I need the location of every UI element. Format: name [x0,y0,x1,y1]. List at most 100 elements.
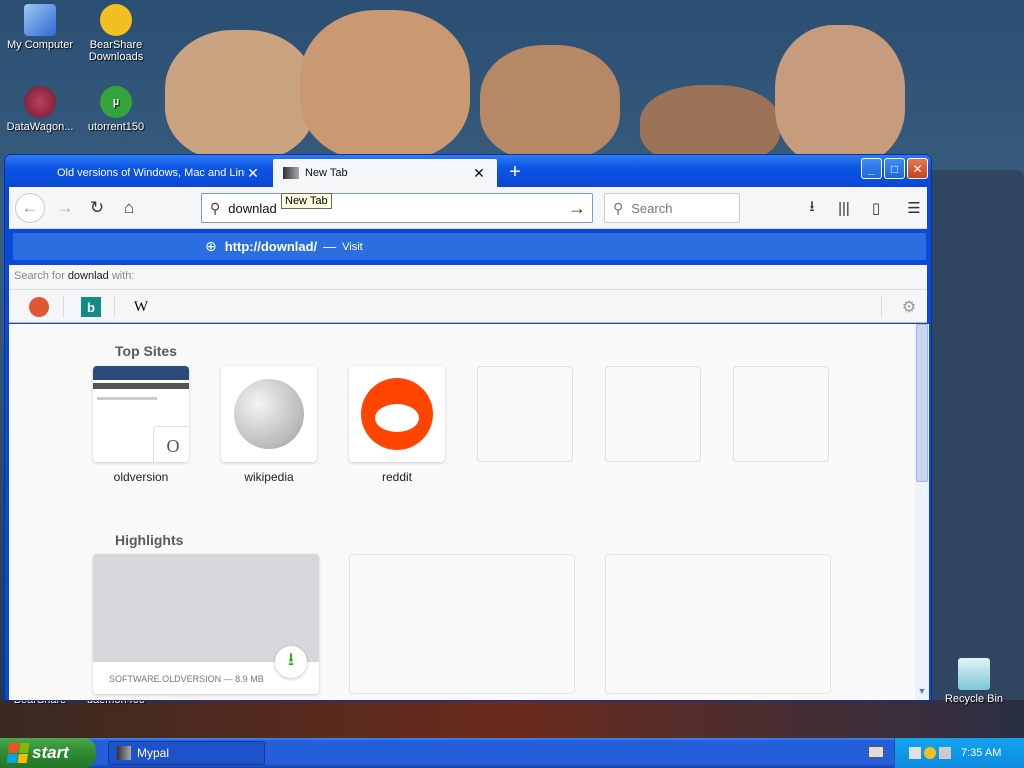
desktop-icon-label: utorrent150 [87,121,145,133]
divider [114,296,115,318]
wallpaper-figure [775,25,905,165]
search-for-term: downlad [67,270,109,282]
top-site-tile-oldversion[interactable]: O [93,366,189,462]
browser-window: Old versions of Windows, Mac and Linux ✕… [4,154,932,701]
maximize-button[interactable]: □ [884,158,905,179]
tab-oldversion[interactable]: Old versions of Windows, Mac and Linux ✕ [47,159,271,187]
download-icon[interactable]: ⭳ [801,197,823,219]
vertical-scrollbar[interactable]: ▼ [915,324,929,700]
tray-network-icon[interactable] [909,747,921,759]
navigation-toolbar: ← → ↻ ⌂ ⚲ downlad → ⚲ Search ⭳ ||| ▯ ☰ [9,187,927,229]
datawagon-icon [24,86,56,118]
desktop-icon-recycle-bin[interactable]: Recycle Bin [934,658,1014,705]
desktop-icon-label: My Computer [6,39,74,51]
search-for-prefix: Search for [14,270,65,282]
search-engines-row: b W ⚙ [9,289,927,323]
suggestion-action: Visit [342,240,363,253]
divider [63,296,64,318]
url-bar[interactable]: ⚲ downlad → [201,193,593,223]
wallpaper-figure [300,10,470,160]
reload-button[interactable]: ↻ [83,195,111,221]
download-icon[interactable]: ⭳ [275,646,307,678]
search-for-row: Search for downlad with: [9,265,927,289]
desktop-icon-label: BearShare Downloads [88,39,144,63]
close-window-button[interactable]: ✕ [907,158,928,179]
top-site-tile-reddit[interactable] [349,366,445,462]
home-button[interactable]: ⌂ [115,195,143,221]
wallpaper-figure [640,85,780,165]
tab-tooltip: New Tab [281,193,332,209]
task-label: Mypal [137,746,170,760]
tab-title: Old versions of Windows, Mac and Linux [57,167,245,179]
highlight-card[interactable]: ⭳ SOFTWARE.OLDVERSION — 8.9 MB [93,554,319,694]
highlight-placeholder [605,554,831,694]
clock[interactable]: 7:35 AM [961,747,1001,759]
thumbnail-nav [93,383,189,389]
library-icon[interactable]: ||| [833,197,855,219]
top-site-label: reddit [381,470,413,484]
search-icon: ⚲ [613,199,624,216]
duckduckgo-icon[interactable] [29,297,49,317]
utorrent-icon: µ [100,86,132,118]
wikipedia-globe-icon [234,379,304,449]
search-for-suffix: with: [111,270,135,282]
bing-icon[interactable]: b [81,297,101,317]
desktop-icon-bearshare-downloads[interactable]: BearShare Downloads [76,4,156,63]
highlight-placeholder [349,554,575,694]
highlights-title: Highlights [115,532,184,548]
minimize-button[interactable]: _ [861,158,882,179]
tray-bearshare-icon[interactable] [924,747,936,759]
close-tab-icon[interactable]: ✕ [471,165,487,182]
forward-button[interactable]: → [51,195,79,221]
tab-new-tab[interactable]: New Tab ✕ [273,159,497,187]
url-suggestion-row[interactable]: ⊕ http://downlad/ — Visit [13,233,926,260]
new-tab-page: Top Sites O oldversion wikipedia reddit … [9,324,915,700]
desktop-icon-datawagon[interactable]: DataWagon... [0,86,80,133]
search-placeholder: Search [631,200,673,216]
desktop-icon-label: Recycle Bin [944,693,1004,705]
tab-favicon-icon [283,167,299,179]
divider [881,296,882,318]
windows-logo-icon [6,743,30,763]
search-bar[interactable]: ⚲ Search [604,193,740,223]
system-tray: 7:35 AM [894,738,1024,768]
top-site-placeholder [733,366,829,462]
menu-icon[interactable]: ☰ [903,197,925,219]
top-site-tile-wikipedia[interactable] [221,366,317,462]
gear-icon[interactable]: ⚙ [899,297,919,317]
close-tab-icon[interactable]: ✕ [245,165,261,182]
thumbnail-text [97,397,157,400]
desktop-icon-label: DataWagon... [6,121,74,133]
computer-icon [24,4,56,36]
globe-icon: ⊕ [205,238,217,254]
top-site-label: oldversion [113,470,169,484]
recycle-bin-icon [958,658,990,690]
top-site-placeholder [605,366,701,462]
wallpaper-figure [480,45,620,160]
desktop-icon-utorrent[interactable]: µ utorrent150 [76,86,156,133]
go-arrow-icon[interactable]: → [568,198,586,219]
sidebar-icon[interactable]: ▯ [865,197,887,219]
scroll-down-arrow-icon[interactable]: ▼ [915,686,929,700]
taskbar-item-mypal[interactable]: Mypal [108,741,265,765]
reddit-face [375,404,419,432]
keyboard-icon[interactable] [868,746,884,758]
suggestion-separator: — [323,239,337,254]
start-label: start [32,743,69,762]
bearshare-icon [100,4,132,36]
desktop-icon-my-computer[interactable]: My Computer [0,4,80,51]
wallpaper-figure [165,30,315,160]
suggestion-url: http://downlad/ [224,239,318,254]
site-badge: O [153,426,189,462]
new-tab-button[interactable]: + [503,161,527,185]
start-button[interactable]: start [0,738,96,768]
tab-bar: Old versions of Windows, Mac and Linux ✕… [5,155,931,187]
scrollbar-thumb[interactable] [916,324,928,482]
url-input[interactable]: downlad [228,201,276,216]
thumbnail-header [93,366,189,380]
tab-title: New Tab [305,167,348,179]
wikipedia-icon[interactable]: W [131,297,151,317]
mypal-icon [117,746,131,760]
back-button[interactable]: ← [15,193,45,223]
tray-volume-icon[interactable] [939,747,951,759]
